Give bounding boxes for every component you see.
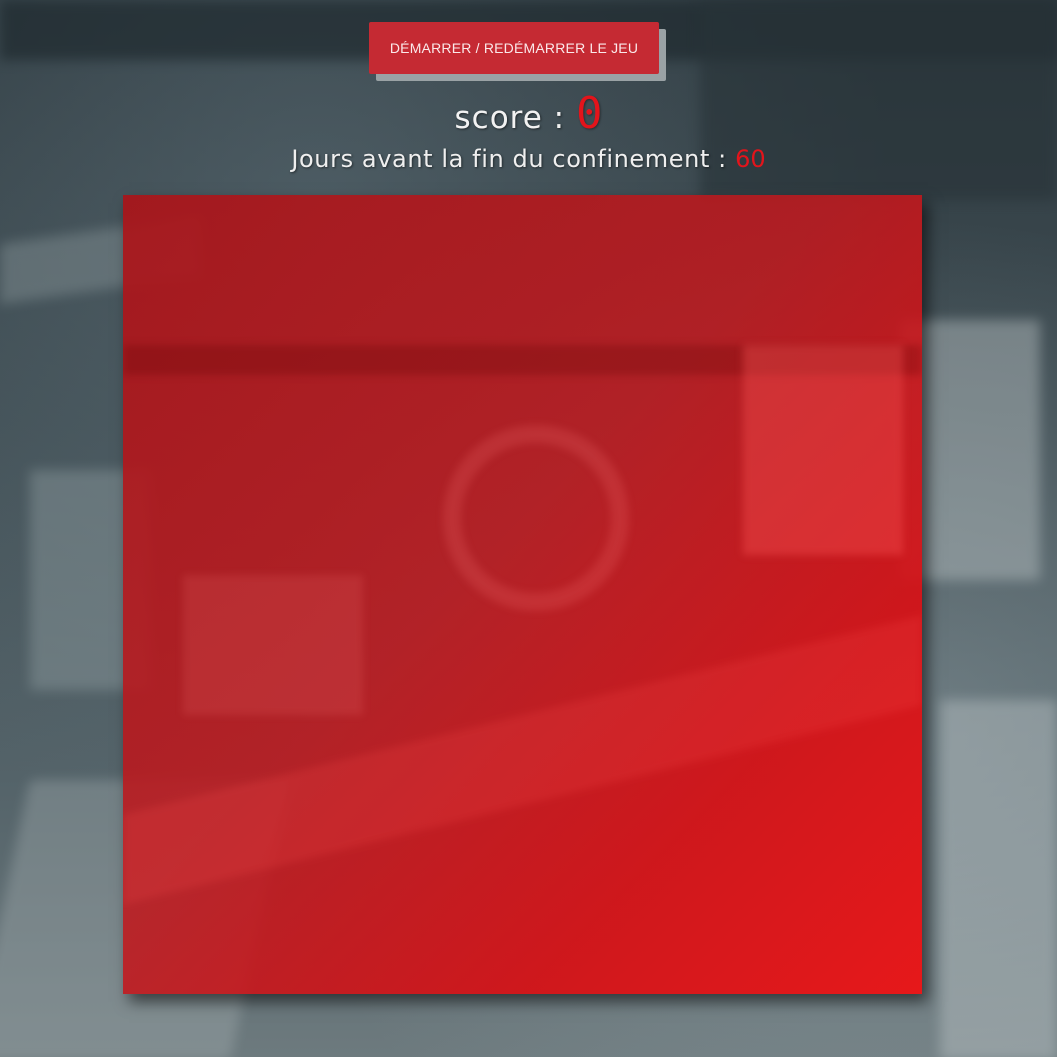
start-restart-game-button[interactable]: DÉMARRER / REDÉMARRER LE JEU	[369, 22, 659, 74]
score-display: score : 0	[0, 88, 1057, 139]
score-label: score :	[454, 100, 576, 136]
days-remaining-label: Jours avant la fin du confinement :	[291, 145, 736, 173]
days-remaining-display: Jours avant la fin du confinement : 60	[0, 145, 1057, 173]
game-board[interactable]	[123, 195, 922, 994]
days-remaining-value: 60	[735, 145, 766, 173]
score-value: 0	[575, 88, 603, 139]
